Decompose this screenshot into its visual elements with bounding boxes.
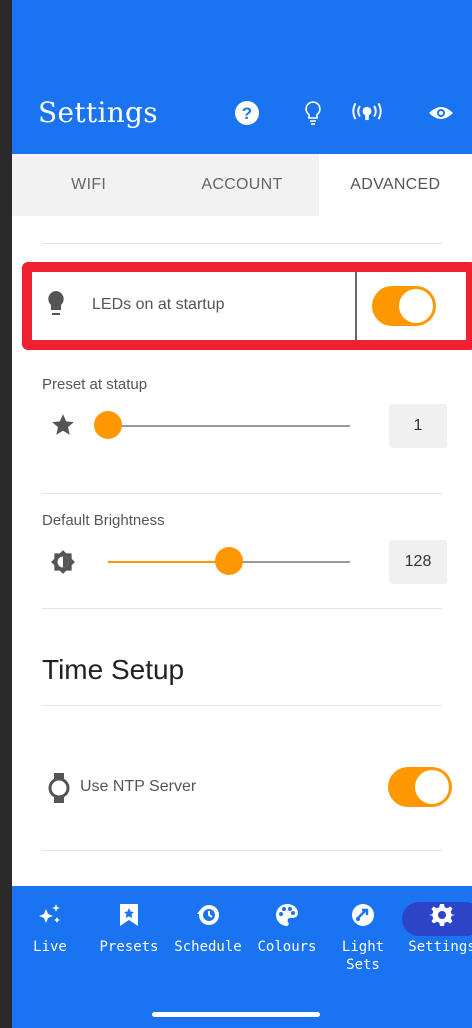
palette-icon xyxy=(272,900,302,930)
time-setup-heading: Time Setup xyxy=(42,654,185,685)
toggle-knob xyxy=(415,770,449,804)
settings-screen: Settings ? WIFI ACCOUNT ADVANCED LEDs on… xyxy=(12,0,472,1028)
ntp-toggle[interactable] xyxy=(388,767,452,807)
home-indicator[interactable] xyxy=(152,1012,320,1017)
brightness-icon xyxy=(50,549,76,580)
nav-light-sets[interactable]: Light Sets xyxy=(336,900,390,974)
preset-slider-track xyxy=(98,425,350,427)
eye-icon[interactable] xyxy=(426,98,456,128)
watch-icon xyxy=(48,772,70,809)
nav-live[interactable]: Live xyxy=(32,900,68,956)
svg-text:?: ? xyxy=(242,104,252,123)
preset-slider-thumb[interactable] xyxy=(94,411,122,439)
divider xyxy=(42,608,442,609)
divider xyxy=(42,243,442,244)
tab-advanced[interactable]: ADVANCED xyxy=(318,154,472,216)
cursor-separator xyxy=(355,272,357,340)
leds-startup-label: LEDs on at startup xyxy=(92,296,225,313)
bulb-icon xyxy=(46,290,66,325)
brightness-value[interactable]: 128 xyxy=(389,540,447,584)
nav-schedule[interactable]: Schedule xyxy=(170,900,246,956)
screen-edge xyxy=(0,0,12,1028)
gear-icon xyxy=(427,900,457,930)
ntp-label: Use NTP Server xyxy=(80,778,197,795)
bookmark-star-icon xyxy=(114,900,144,930)
help-icon[interactable]: ? xyxy=(232,98,262,128)
tab-wifi[interactable]: WIFI xyxy=(12,154,165,216)
brightness-label: Default Brightness xyxy=(42,512,165,529)
toggle-knob xyxy=(399,289,433,323)
divider xyxy=(42,850,442,851)
schedule-icon xyxy=(193,900,223,930)
nav-colours[interactable]: Colours xyxy=(252,900,322,956)
nav-presets[interactable]: Presets xyxy=(98,900,160,956)
star-icon xyxy=(50,412,76,443)
brightness-slider-thumb[interactable] xyxy=(215,547,243,575)
divider xyxy=(42,493,442,494)
sparkles-icon xyxy=(35,900,65,930)
preset-startup-label: Preset at statup xyxy=(42,376,148,393)
leds-startup-toggle[interactable] xyxy=(372,286,436,326)
app-bar: Settings ? xyxy=(12,0,472,154)
bottom-navigation: Live Presets Schedule Colours Light Sets xyxy=(12,886,472,1028)
light-sets-icon xyxy=(348,900,378,930)
divider xyxy=(42,705,442,706)
broadcast-icon[interactable] xyxy=(352,98,382,128)
bulb-outline-icon[interactable] xyxy=(298,98,328,128)
leds-startup-row: LEDs on at startup xyxy=(32,272,466,340)
settings-tabs: WIFI ACCOUNT ADVANCED xyxy=(12,154,472,216)
page-title: Settings xyxy=(38,96,158,129)
leds-startup-row-highlight: LEDs on at startup xyxy=(22,262,472,350)
tab-account[interactable]: ACCOUNT xyxy=(165,154,318,216)
brightness-slider-fill xyxy=(108,561,229,563)
preset-value[interactable]: 1 xyxy=(389,404,447,448)
nav-settings[interactable]: Settings xyxy=(406,900,472,956)
